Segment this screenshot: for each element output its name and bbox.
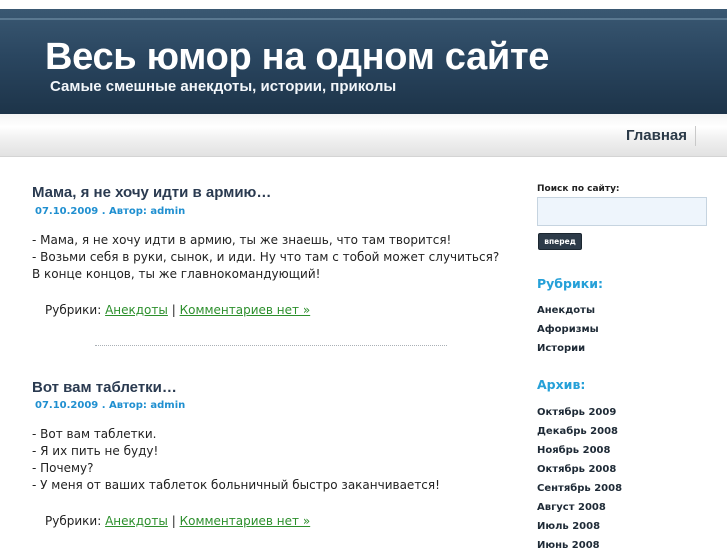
post-divider: [95, 345, 447, 346]
post-category-link[interactable]: Анекдоты: [105, 303, 168, 317]
category-link[interactable]: Истории: [537, 343, 585, 354]
archive-heading: Архив:: [537, 377, 586, 392]
post-categories-label: Рубрики:: [45, 303, 102, 317]
post-comments-link[interactable]: Комментариев нет »: [180, 303, 311, 317]
archive-link[interactable]: Декабрь 2008: [537, 426, 618, 437]
archive-link[interactable]: Июнь 2008: [537, 540, 600, 551]
site-title[interactable]: Весь юмор на одном сайте: [45, 36, 549, 79]
post-body: - Мама, я не хочу идти в армию, ты же зн…: [32, 232, 502, 283]
archive-link[interactable]: Июль 2008: [537, 521, 600, 532]
post-category-link[interactable]: Анекдоты: [105, 514, 168, 528]
site-subtitle: Самые смешные анекдоты, истории, приколы: [50, 78, 397, 95]
post-categories-label: Рубрики:: [45, 514, 102, 528]
post-line: - Возьми себя в руки, сынок, и иди. Ну ч…: [32, 250, 500, 281]
nav-home-link[interactable]: Главная: [626, 127, 687, 144]
category-item: Истории: [537, 336, 599, 355]
archive-link[interactable]: Сентябрь 2008: [537, 483, 622, 494]
archive-link[interactable]: Август 2008: [537, 502, 606, 513]
archive-item: Ноябрь 2008: [537, 438, 622, 457]
archive-item: Сентябрь 2008: [537, 476, 622, 495]
post-footer: Рубрики: Анекдоты | Комментариев нет »: [45, 303, 310, 317]
post-line: - Мама, я не хочу идти в армию, ты же зн…: [32, 233, 452, 247]
categories-list: Анекдоты Афоризмы Истории: [537, 298, 599, 355]
search-label: Поиск по сайту:: [537, 184, 620, 194]
archive-link[interactable]: Октябрь 2008: [537, 464, 616, 475]
post-line: - У меня от ваших таблеток больничный бы…: [32, 478, 440, 492]
archive-link[interactable]: Октябрь 2009: [537, 407, 616, 418]
post-title[interactable]: Мама, я не хочу идти в армию…: [32, 184, 271, 201]
header-top-line: [0, 18, 727, 20]
category-link[interactable]: Афоризмы: [537, 324, 599, 335]
post-footer-separator: |: [171, 514, 176, 528]
category-item: Анекдоты: [537, 298, 599, 317]
search-input[interactable]: [537, 197, 707, 226]
archive-item: Октябрь 2008: [537, 457, 622, 476]
post-line: - Почему?: [32, 461, 94, 475]
archive-list: Октябрь 2009 Декабрь 2008 Ноябрь 2008 Ок…: [537, 400, 622, 552]
post-footer: Рубрики: Анекдоты | Комментариев нет »: [45, 514, 310, 528]
archive-item: Октябрь 2009: [537, 400, 622, 419]
post-footer-separator: |: [171, 303, 176, 317]
archive-item: Декабрь 2008: [537, 419, 622, 438]
post-line: - Вот вам таблетки.: [32, 427, 157, 441]
post-meta: 07.10.2009 . Автор: admin: [35, 206, 186, 217]
archive-link[interactable]: Ноябрь 2008: [537, 445, 610, 456]
category-link[interactable]: Анекдоты: [537, 305, 595, 316]
post-comments-link[interactable]: Комментариев нет »: [180, 514, 311, 528]
search-submit-button[interactable]: вперед: [538, 233, 582, 250]
post-title[interactable]: Вот вам таблетки…: [32, 379, 177, 396]
archive-item: Август 2008: [537, 495, 622, 514]
post-line: - Я их пить не буду!: [32, 444, 159, 458]
post-meta: 07.10.2009 . Автор: admin: [35, 400, 186, 411]
nav-divider: [695, 126, 696, 146]
archive-item: Июнь 2008: [537, 533, 622, 552]
categories-heading: Рубрики:: [537, 276, 603, 291]
archive-item: Июль 2008: [537, 514, 622, 533]
post-body: - Вот вам таблетки. - Я их пить не буду!…: [32, 426, 502, 494]
main-navbar: Главная: [0, 114, 727, 157]
category-item: Афоризмы: [537, 317, 599, 336]
site-header: Весь юмор на одном сайте Самые смешные а…: [0, 0, 727, 114]
